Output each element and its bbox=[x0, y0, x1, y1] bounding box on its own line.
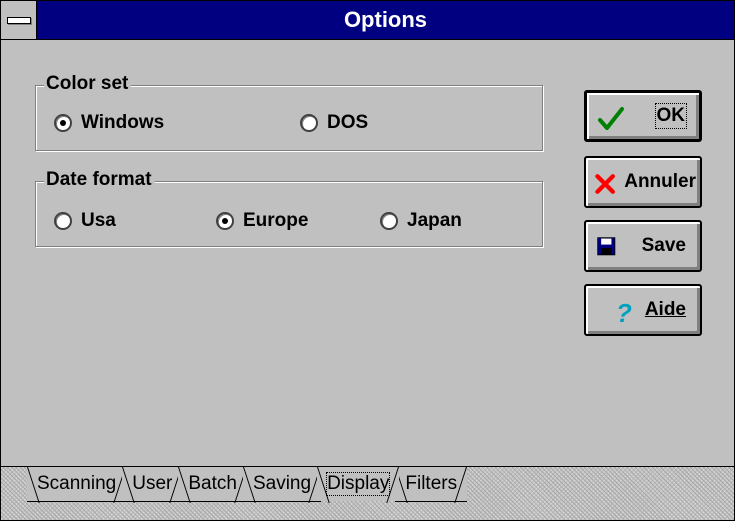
radio-japan-indicator bbox=[380, 212, 398, 230]
cancel-button-label: Annuler bbox=[624, 171, 696, 192]
radio-japan-label: Japan bbox=[407, 210, 462, 231]
color-set-label: Color set bbox=[44, 73, 132, 95]
tab-saving[interactable]: Saving bbox=[242, 467, 322, 502]
system-menu-icon bbox=[7, 17, 31, 24]
tab-scanning[interactable]: Scanning bbox=[27, 467, 127, 502]
color-set-group: Color set Windows DOS bbox=[35, 73, 543, 151]
question-mark-icon: ? bbox=[616, 298, 632, 326]
radio-usa-indicator bbox=[54, 212, 72, 230]
svg-text:?: ? bbox=[616, 298, 632, 326]
tab-batch[interactable]: Batch bbox=[178, 467, 247, 502]
radio-dos-indicator bbox=[300, 114, 318, 132]
radio-usa[interactable]: Usa bbox=[54, 210, 116, 232]
date-format-label: Date format bbox=[44, 169, 155, 191]
radio-windows[interactable]: Windows bbox=[54, 112, 164, 134]
date-format-group: Date format Usa Europe Japan bbox=[35, 169, 543, 247]
radio-dos[interactable]: DOS bbox=[300, 112, 368, 134]
ok-button[interactable]: OK bbox=[584, 90, 702, 142]
options-dialog: Options Color set Windows DOS Date forma… bbox=[0, 0, 735, 521]
radio-europe-indicator bbox=[216, 212, 234, 230]
tab-list: Scanning User Batch Saving Display Filte… bbox=[27, 467, 468, 505]
window-title: Options bbox=[343, 7, 428, 32]
cancel-button[interactable]: Annuler bbox=[584, 156, 702, 208]
checkmark-icon bbox=[598, 107, 624, 130]
radio-usa-label: Usa bbox=[81, 210, 116, 231]
save-button[interactable]: Save bbox=[584, 220, 702, 272]
title-bar: Options bbox=[1, 1, 734, 40]
x-icon bbox=[595, 174, 615, 194]
save-button-label: Save bbox=[641, 235, 686, 256]
help-button[interactable]: ? Aide bbox=[584, 284, 702, 336]
floppy-disk-icon bbox=[597, 237, 616, 256]
tab-user[interactable]: User bbox=[122, 467, 183, 502]
ok-button-label: OK bbox=[654, 103, 687, 129]
radio-windows-label: Windows bbox=[81, 112, 165, 133]
help-button-label: Aide bbox=[644, 299, 686, 320]
tab-display[interactable]: Display bbox=[317, 467, 400, 501]
radio-dos-label: DOS bbox=[327, 112, 369, 133]
radio-europe-label: Europe bbox=[243, 210, 309, 231]
tab-strip: Scanning User Batch Saving Display Filte… bbox=[1, 466, 734, 520]
radio-europe[interactable]: Europe bbox=[216, 210, 308, 232]
tab-filters[interactable]: Filters bbox=[395, 467, 468, 502]
radio-japan[interactable]: Japan bbox=[380, 210, 462, 232]
radio-windows-indicator bbox=[54, 114, 72, 132]
system-menu-button[interactable] bbox=[1, 1, 37, 39]
